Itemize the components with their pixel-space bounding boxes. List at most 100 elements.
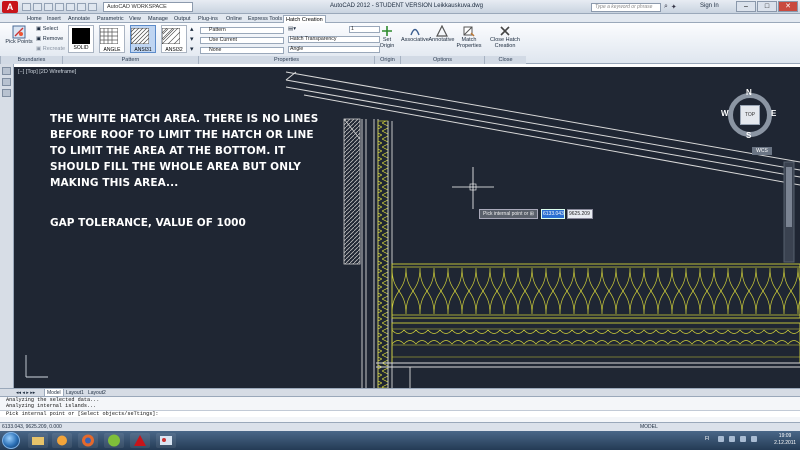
panel-properties[interactable]: Properties bbox=[198, 56, 374, 64]
tab-home[interactable]: Home bbox=[27, 15, 42, 23]
new-icon[interactable] bbox=[22, 3, 31, 11]
tool-icon-1[interactable] bbox=[2, 67, 11, 75]
pattern-expand[interactable]: ▾ bbox=[190, 45, 194, 53]
viewcube[interactable]: TOP N S W E WCS bbox=[721, 88, 784, 155]
background-color-select[interactable]: None bbox=[200, 47, 284, 54]
pattern-angle[interactable]: ANGLE bbox=[99, 25, 125, 53]
set-origin-button[interactable]: Set Origin bbox=[375, 25, 399, 49]
clock-date: 2.12.2011 bbox=[774, 440, 796, 446]
search-input[interactable]: Type a keyword or phrase bbox=[591, 3, 661, 12]
ansi31-swatch-icon bbox=[130, 27, 150, 45]
tab-online[interactable]: Online bbox=[226, 15, 242, 23]
tray-lang-indicator[interactable]: FI bbox=[705, 436, 713, 442]
tab-parametric[interactable]: Parametric bbox=[97, 15, 124, 23]
window-title: AutoCAD 2012 - STUDENT VERSION Leikkausk… bbox=[330, 3, 483, 9]
tray-icon[interactable] bbox=[729, 436, 735, 442]
tool-icon-3[interactable] bbox=[2, 89, 11, 97]
application-menu-button[interactable]: A bbox=[2, 1, 18, 13]
match-properties-button[interactable]: Match Properties bbox=[456, 25, 482, 49]
recreate-button[interactable]: ▣ Recreate bbox=[36, 46, 65, 52]
taskbar-spotify-icon[interactable] bbox=[104, 433, 124, 448]
hatch-transparency-field[interactable]: Hatch Transparency bbox=[288, 36, 380, 43]
windows-taskbar: FI 19:09 2.12.2011 bbox=[0, 431, 800, 450]
taskbar-paint-icon[interactable] bbox=[156, 433, 176, 448]
pattern-scroll-up[interactable]: ▴ bbox=[190, 25, 194, 33]
layer-icon[interactable]: ▤▾ bbox=[288, 26, 296, 32]
maximize-button[interactable]: □ bbox=[757, 1, 777, 12]
annotative-button[interactable]: Annotative bbox=[428, 25, 455, 43]
pick-points-button[interactable]: Pick Points bbox=[4, 25, 34, 45]
tab-hatch-creation[interactable]: Hatch Creation bbox=[283, 15, 326, 23]
model-space-button[interactable]: MODEL bbox=[640, 424, 658, 430]
pattern-ansi32[interactable]: ANSI32 bbox=[161, 25, 187, 53]
start-button[interactable] bbox=[2, 432, 20, 449]
search-icon[interactable]: ⌕ bbox=[664, 3, 668, 11]
pattern-solid[interactable]: SOLID bbox=[68, 25, 94, 53]
quick-access-toolbar bbox=[22, 3, 97, 11]
taskbar-skype-icon[interactable] bbox=[52, 433, 72, 448]
title-bar: A AutoCAD WORKSPACE AutoCAD 2012 - STUDE… bbox=[0, 0, 800, 14]
ribbon-tab-bar: Home Insert Annotate Parametric View Man… bbox=[0, 14, 800, 23]
set-origin-icon bbox=[382, 26, 392, 36]
plot-icon[interactable] bbox=[66, 3, 75, 11]
tab-plug-ins[interactable]: Plug-ins bbox=[198, 15, 218, 23]
dynamic-input-y[interactable]: 9625.209 bbox=[567, 209, 593, 219]
minimize-button[interactable]: – bbox=[736, 1, 756, 12]
tab-output[interactable]: Output bbox=[174, 15, 191, 23]
taskbar-autocad-icon[interactable] bbox=[130, 433, 150, 448]
pattern-ansi31[interactable]: ANSI31 bbox=[130, 25, 156, 53]
tab-express-tools[interactable]: Express Tools bbox=[248, 15, 282, 23]
tool-icon-2[interactable] bbox=[2, 78, 11, 86]
drawing-viewport[interactable]: [−] [Top] [2D Wireframe] TOP N S W E WCS… bbox=[14, 67, 800, 388]
solid-swatch-icon bbox=[72, 28, 90, 44]
title-icons: ⌕ ✦ bbox=[664, 3, 677, 11]
save-as-icon[interactable] bbox=[55, 3, 64, 11]
undo-icon[interactable] bbox=[77, 3, 86, 11]
select-button[interactable]: ▣ Select bbox=[36, 26, 58, 32]
communication-center-icon[interactable]: ✦ bbox=[671, 3, 677, 11]
redo-icon[interactable] bbox=[88, 3, 97, 11]
sign-in-button[interactable]: Sign In bbox=[700, 3, 719, 9]
ansi32-swatch-icon bbox=[161, 27, 181, 45]
pick-points-icon bbox=[12, 25, 26, 39]
tray-icon[interactable] bbox=[718, 436, 724, 442]
taskbar-firefox-icon[interactable] bbox=[78, 433, 98, 448]
coordinates-readout[interactable]: 6133.043, 9625.209, 0.000 bbox=[2, 424, 62, 430]
panel-origin[interactable]: Origin bbox=[374, 56, 400, 64]
tab-annotate[interactable]: Annotate bbox=[68, 15, 90, 23]
compass-w: W bbox=[721, 109, 729, 118]
annotative-icon bbox=[435, 25, 448, 37]
workspace-select[interactable]: AutoCAD WORKSPACE bbox=[103, 2, 193, 12]
save-icon[interactable] bbox=[44, 3, 53, 11]
status-bar: 6133.043, 9625.209, 0.000 MODEL bbox=[0, 422, 800, 431]
close-hatch-creation-button[interactable]: Close Hatch Creation bbox=[486, 25, 524, 49]
open-icon[interactable] bbox=[33, 3, 42, 11]
dropdown-icon[interactable]: ⊞ bbox=[530, 211, 534, 217]
annotation-line: BEFORE ROOF TO LIMIT THE HATCH OR LINE bbox=[50, 129, 314, 141]
dynamic-input-x[interactable]: 6133.043 bbox=[541, 209, 565, 219]
associative-button[interactable]: Associative bbox=[401, 25, 429, 43]
clock[interactable]: 19:09 2.12.2011 bbox=[774, 433, 796, 447]
close-window-button[interactable]: ✕ bbox=[778, 1, 798, 12]
wcs-menu[interactable]: WCS bbox=[752, 147, 772, 155]
tab-insert[interactable]: Insert bbox=[47, 15, 61, 23]
command-prompt[interactable]: Pick internal point or [Select objects/s… bbox=[0, 410, 800, 417]
panel-options[interactable]: Options bbox=[400, 56, 484, 64]
compass-n: N bbox=[746, 88, 752, 97]
hatch-angle-field[interactable]: Angle bbox=[288, 46, 380, 53]
tab-manage[interactable]: Manage bbox=[148, 15, 168, 23]
tab-view[interactable]: View bbox=[129, 15, 141, 23]
pattern-scroll-down[interactable]: ▾ bbox=[190, 35, 194, 43]
panel-close[interactable]: Close bbox=[484, 56, 526, 64]
compass-s: S bbox=[746, 131, 752, 140]
hatch-color-select[interactable]: Use Current bbox=[200, 37, 284, 44]
taskbar-explorer-icon[interactable] bbox=[28, 433, 48, 448]
panel-boundaries[interactable]: Boundaries bbox=[0, 56, 62, 64]
volume-icon[interactable] bbox=[740, 436, 746, 442]
hatch-type-select[interactable]: Pattern bbox=[200, 27, 284, 34]
remove-button[interactable]: ▣ Remove bbox=[36, 36, 63, 42]
network-icon[interactable] bbox=[751, 436, 757, 442]
viewcube-top[interactable]: TOP bbox=[740, 105, 760, 125]
command-line[interactable]: Analyzing the selected data... Analyzing… bbox=[0, 396, 800, 422]
panel-pattern[interactable]: Pattern bbox=[62, 56, 198, 64]
